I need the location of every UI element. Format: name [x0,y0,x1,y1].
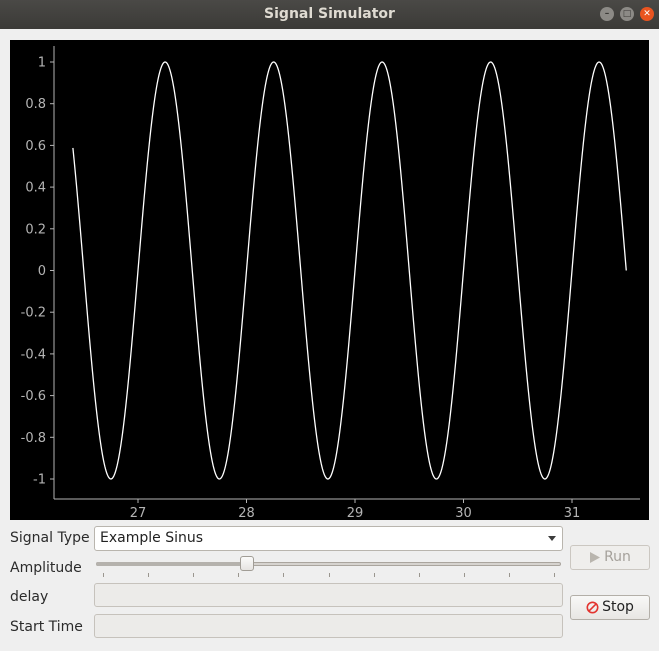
amplitude-label: Amplitude [10,560,82,576]
play-icon [590,551,601,563]
signal-type-value: Example Sinus [100,530,204,546]
maximize-icon[interactable]: □ [620,7,634,21]
x-tick-label: 28 [238,506,255,520]
delay-field[interactable] [94,583,563,607]
slider-tick [283,573,285,577]
y-tick-label: -0.6 [21,389,46,404]
chevron-down-icon [548,536,556,541]
slider-tick [373,573,375,577]
slider-tick [238,573,240,577]
y-tick-label: -0.2 [21,306,46,321]
y-tick-label: 0.4 [25,181,46,196]
slider-tick [148,573,150,577]
run-button-label: Run [604,549,631,565]
x-tick-label: 27 [130,506,147,520]
slider-tick [508,573,510,577]
delay-label: delay [10,589,49,605]
x-tick-label: 31 [564,506,581,520]
stop-icon [586,601,599,613]
amplitude-slider-handle[interactable] [240,556,255,571]
signal-type-label: Signal Type [10,530,90,546]
slider-tick [193,573,195,577]
y-tick-label: 0 [38,264,46,279]
x-tick-label: 30 [455,506,472,520]
amplitude-slider-fill [96,562,248,566]
signal-type-select[interactable]: Example Sinus [94,526,563,551]
y-tick-label: 0.8 [25,97,46,112]
slider-tick [554,573,555,577]
stop-button-label: Stop [602,599,634,615]
y-tick-label: 0.2 [25,222,46,237]
slider-tick [463,573,465,577]
run-button[interactable]: Run [570,545,650,570]
x-tick-label: 29 [347,506,364,520]
slider-tick [418,573,420,577]
y-tick-label: 1 [38,56,46,71]
slider-tick [328,573,330,577]
y-tick-label: -1 [33,473,46,488]
slider-tick [103,573,104,577]
start-time-field[interactable] [94,614,563,638]
signal-series-line [72,61,627,480]
window-titlebar: Signal Simulator – □ ✕ [0,0,659,29]
start-time-label: Start Time [10,619,83,635]
stop-button[interactable]: Stop [570,595,650,620]
close-icon[interactable]: ✕ [640,7,654,21]
amplitude-slider[interactable] [94,556,563,580]
minimize-icon[interactable]: – [600,7,614,21]
y-tick-label: -0.8 [21,431,46,446]
signal-plot[interactable]: 1 0.8 0.6 0.4 0.2 0 -0.2 -0.4 -0.6 -0.8 -1 27 28 29 30… [10,40,649,520]
signal-plot-svg: 1 0.8 0.6 0.4 0.2 0 -0.2 -0.4 -0.6 -0.8 -1 27 28 29 30… [21,46,640,520]
y-tick-label: -0.4 [21,347,46,362]
window-title: Signal Simulator [264,6,395,22]
y-tick-label: 0.6 [25,139,46,154]
